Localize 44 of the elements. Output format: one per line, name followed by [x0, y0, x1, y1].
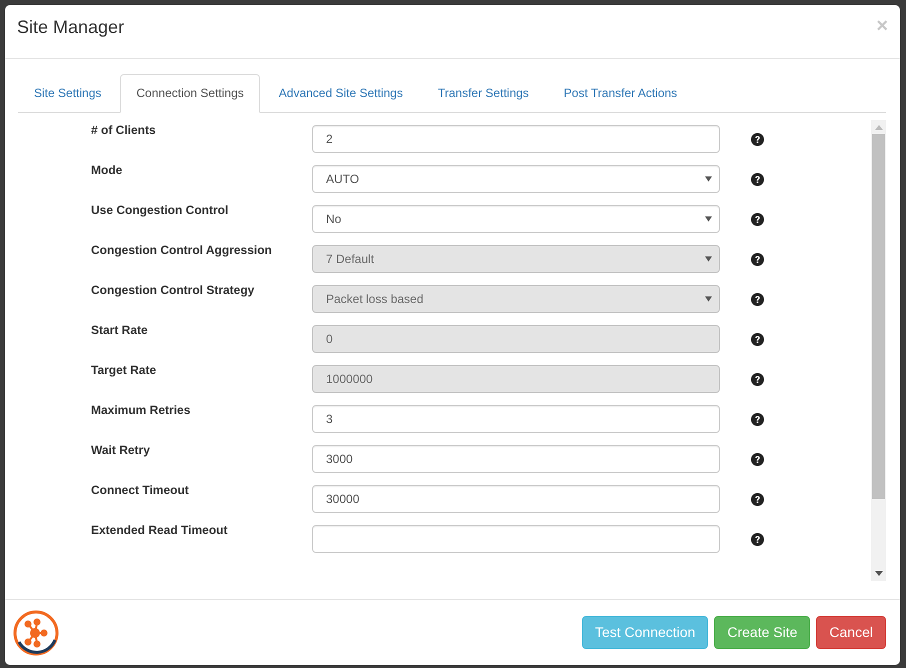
dropdown[interactable]: No [312, 205, 720, 233]
tab[interactable]: Advanced Site Settings [262, 74, 419, 113]
caret-icon [705, 216, 712, 222]
field-label: Use Congestion Control [91, 202, 230, 217]
tab[interactable]: Post Transfer Actions [548, 74, 694, 113]
input-field[interactable]: 3 [312, 405, 720, 433]
dropdown[interactable]: AUTO [312, 165, 720, 193]
help-icon[interactable] [751, 212, 764, 226]
tab[interactable]: Connection Settings [120, 74, 260, 113]
field-label: Wait Retry [91, 442, 151, 457]
input-field[interactable] [312, 525, 720, 553]
help-icon[interactable] [751, 172, 764, 186]
field-label: Congestion Control Strategy [91, 282, 256, 297]
help-icon[interactable] [751, 412, 764, 426]
field-label: Congestion Control Aggression [91, 242, 273, 257]
caret-icon [705, 176, 712, 182]
field-label: Maximum Retries [91, 402, 192, 417]
caret-icon [705, 256, 712, 262]
scrollbar[interactable] [871, 120, 886, 581]
field-label: Extended Read Timeout [91, 522, 228, 537]
help-icon[interactable] [751, 332, 764, 346]
input-field[interactable]: 2 [312, 125, 720, 153]
dialog-title: Site Manager [17, 17, 124, 38]
tab[interactable]: Transfer Settings [422, 74, 545, 113]
help-icon[interactable] [751, 532, 764, 546]
help-icon[interactable] [751, 252, 764, 266]
help-icon[interactable] [751, 292, 764, 306]
scroll-down-icon[interactable] [874, 571, 882, 577]
caret-icon [705, 296, 712, 302]
action-button[interactable]: Create Site [714, 616, 810, 649]
help-icon[interactable] [751, 372, 764, 386]
field-label: Target Rate [91, 362, 158, 377]
help-icon[interactable] [751, 492, 764, 506]
tab[interactable]: Site Settings [18, 74, 118, 113]
field-label: Start Rate [91, 322, 149, 337]
help-icon[interactable] [751, 132, 764, 146]
field-label: Connect Timeout [91, 482, 190, 497]
field-label: # of Clients [91, 122, 157, 137]
input-field[interactable]: 30000 [312, 485, 720, 513]
field-label: Mode [91, 162, 124, 177]
help-icon[interactable] [751, 452, 764, 466]
logo-icon [13, 610, 59, 656]
action-button[interactable]: Cancel [816, 616, 886, 649]
input-field[interactable]: 3000 [312, 445, 720, 473]
